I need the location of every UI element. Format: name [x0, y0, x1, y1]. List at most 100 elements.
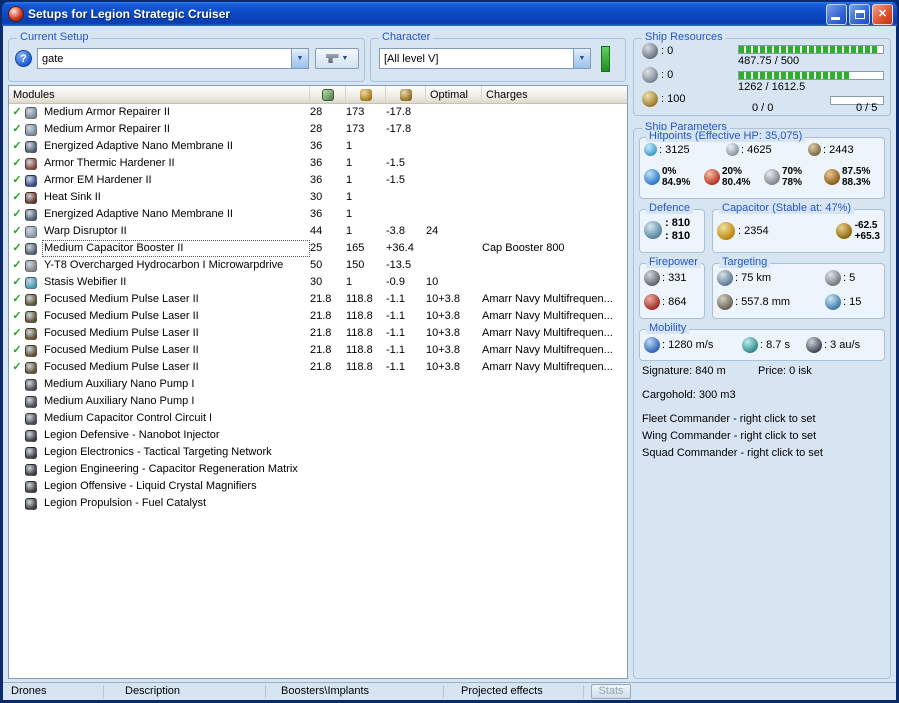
module-name: Focused Medium Pulse Laser II	[44, 344, 199, 356]
module-row[interactable]: ✓ Focused Medium Pulse Laser II 21.8 118…	[9, 342, 627, 359]
module-cpu-value: 21.8	[310, 344, 332, 356]
shield-hp-icon	[644, 143, 657, 156]
module-icon	[25, 395, 37, 408]
titlebar[interactable]: Setups for Legion Strategic Cruiser ✕	[2, 2, 897, 26]
module-cpu-value: 30	[310, 276, 323, 288]
dps-icon	[644, 294, 660, 310]
tab-drones[interactable]: Drones	[11, 685, 46, 697]
module-powergrid-value: 118.8	[346, 310, 373, 322]
module-row[interactable]: Medium Capacitor Control Circuit I	[9, 410, 627, 427]
powergrid-column-header[interactable]	[346, 86, 386, 103]
thermal-shield-resist: 20%	[722, 166, 743, 177]
tab-boosters-implants[interactable]: Boosters\Implants	[281, 685, 369, 697]
price-text: Price: 0 isk	[758, 365, 812, 377]
setup-select[interactable]: gate ▼	[37, 48, 309, 69]
module-row[interactable]: ✓ Stasis Webifier II 30 1 -0.9 10	[9, 274, 627, 291]
charges-column-header[interactable]: Charges	[482, 86, 627, 103]
module-name: Focused Medium Pulse Laser II	[44, 327, 199, 339]
wing-commander-text[interactable]: Wing Commander - right click to set	[642, 430, 816, 442]
module-row[interactable]: Medium Auxiliary Nano Pump I	[9, 376, 627, 393]
module-row[interactable]: ✓ Heat Sink II 30 1	[9, 189, 627, 206]
module-row[interactable]: ✓ Energized Adaptive Nano Membrane II 36…	[9, 206, 627, 223]
powergrid-usage-text: 1262 / 1612.5	[738, 81, 806, 93]
module-icon	[25, 106, 37, 119]
module-row[interactable]: Legion Offensive - Liquid Crystal Magnif…	[9, 478, 627, 495]
help-button[interactable]: ?	[15, 50, 32, 67]
setup-dropdown-arrow-icon[interactable]: ▼	[291, 49, 308, 68]
module-row[interactable]: ✓ Medium Capacitor Booster II 25 165 +36…	[9, 240, 627, 257]
module-row[interactable]: ✓ Focused Medium Pulse Laser II 21.8 118…	[9, 325, 627, 342]
module-row[interactable]: ✓ Energized Adaptive Nano Membrane II 36…	[9, 138, 627, 155]
launcher-hardpoints-value: : 0	[661, 69, 674, 81]
capacitor-column-header[interactable]	[386, 86, 426, 103]
squad-commander-text[interactable]: Squad Commander - right click to set	[642, 447, 823, 459]
module-powergrid-value: 173	[346, 123, 365, 135]
setup-tools-button[interactable]: ▼	[315, 48, 359, 69]
module-charge-value: Amarr Navy Multifrequen...	[482, 293, 613, 305]
optimal-column-header[interactable]: Optimal	[426, 86, 482, 103]
shield-hp-value: : 3125	[659, 143, 690, 156]
character-dropdown-arrow-icon[interactable]: ▼	[573, 49, 590, 68]
defence-label: Defence	[646, 202, 693, 214]
module-powergrid-value: 118.8	[346, 361, 373, 373]
module-row[interactable]: Legion Electronics - Tactical Targeting …	[9, 444, 627, 461]
module-row[interactable]: ✓ Armor Thermic Hardener II 36 1 -1.5	[9, 155, 627, 172]
cpu-bar	[738, 45, 884, 54]
capacitor-icon	[717, 222, 735, 240]
module-row[interactable]: ✓ Armor EM Hardener II 36 1 -1.5	[9, 172, 627, 189]
fitted-check-icon: ✓	[12, 361, 22, 373]
tab-description[interactable]: Description	[125, 685, 180, 697]
module-cpu-value: 28	[310, 106, 323, 118]
module-cpu-value: 28	[310, 123, 323, 135]
module-charge-value: Amarr Navy Multifrequen...	[482, 310, 613, 322]
kinetic-armor-resist: 78%	[782, 177, 803, 188]
module-icon	[25, 242, 37, 255]
module-row[interactable]: Legion Engineering - Capacitor Regenerat…	[9, 461, 627, 478]
fitted-check-icon: ✓	[12, 344, 22, 356]
maximize-icon	[854, 9, 865, 19]
module-name: Medium Capacitor Control Circuit I	[44, 412, 213, 424]
module-powergrid-value: 1	[346, 276, 353, 288]
module-name: Legion Electronics - Tactical Targeting …	[44, 446, 272, 458]
fitted-check-icon: ✓	[12, 123, 22, 135]
module-cpu-value: 36	[310, 208, 323, 220]
em-shield-resist: 0%	[662, 166, 677, 177]
module-charge-value: Cap Booster 800	[482, 242, 565, 254]
fleet-commander-text[interactable]: Fleet Commander - right click to set	[642, 413, 816, 425]
launcher-hardpoints-icon	[642, 67, 658, 83]
scan-resolution-icon	[717, 294, 733, 310]
align-time-value: : 8.7 s	[760, 339, 790, 351]
character-select[interactable]: [All level V] ▼	[379, 48, 591, 69]
character-select-value: [All level V]	[384, 52, 439, 65]
module-powergrid-value: 118.8	[346, 344, 373, 356]
module-name: Armor EM Hardener II	[44, 174, 152, 186]
module-icon	[25, 276, 37, 289]
calibration-value: : 100	[661, 93, 686, 105]
tab-projected-effects[interactable]: Projected effects	[461, 685, 543, 697]
module-row[interactable]: ✓ Focused Medium Pulse Laser II 21.8 118…	[9, 308, 627, 325]
stats-button[interactable]: Stats	[591, 684, 631, 699]
module-row[interactable]: Medium Auxiliary Nano Pump I	[9, 393, 627, 410]
targeting-range-icon	[717, 270, 733, 286]
bottom-tab-bar: Drones Description Boosters\Implants Pro…	[3, 682, 896, 700]
module-row[interactable]: Legion Defensive - Nanobot Injector	[9, 427, 627, 444]
module-icon	[25, 191, 37, 204]
fitted-check-icon: ✓	[12, 140, 22, 152]
module-row[interactable]: ✓ Medium Armor Repairer II 28 173 -17.8	[9, 104, 627, 121]
modules-column-header[interactable]: Modules	[9, 86, 310, 103]
maximize-button[interactable]	[849, 3, 870, 25]
module-row[interactable]: ✓ Warp Disruptor II 44 1 -3.8 24	[9, 223, 627, 240]
close-icon: ✕	[877, 7, 888, 20]
fitted-check-icon: ✓	[12, 225, 22, 237]
module-row[interactable]: ✓ Focused Medium Pulse Laser II 21.8 118…	[9, 359, 627, 376]
module-row[interactable]: ✓ Y-T8 Overcharged Hydrocarbon I Microwa…	[9, 257, 627, 274]
module-powergrid-value: 165	[346, 242, 365, 254]
module-row[interactable]: Legion Propulsion - Fuel Catalyst	[9, 495, 627, 512]
module-row[interactable]: ✓ Focused Medium Pulse Laser II 21.8 118…	[9, 291, 627, 308]
close-button[interactable]: ✕	[872, 3, 893, 25]
module-row[interactable]: ✓ Medium Armor Repairer II 28 173 -17.8	[9, 121, 627, 138]
targeting-label: Targeting	[719, 256, 771, 268]
minimize-button[interactable]	[826, 3, 847, 25]
max-targets-icon	[825, 270, 841, 286]
cpu-column-header[interactable]	[310, 86, 346, 103]
